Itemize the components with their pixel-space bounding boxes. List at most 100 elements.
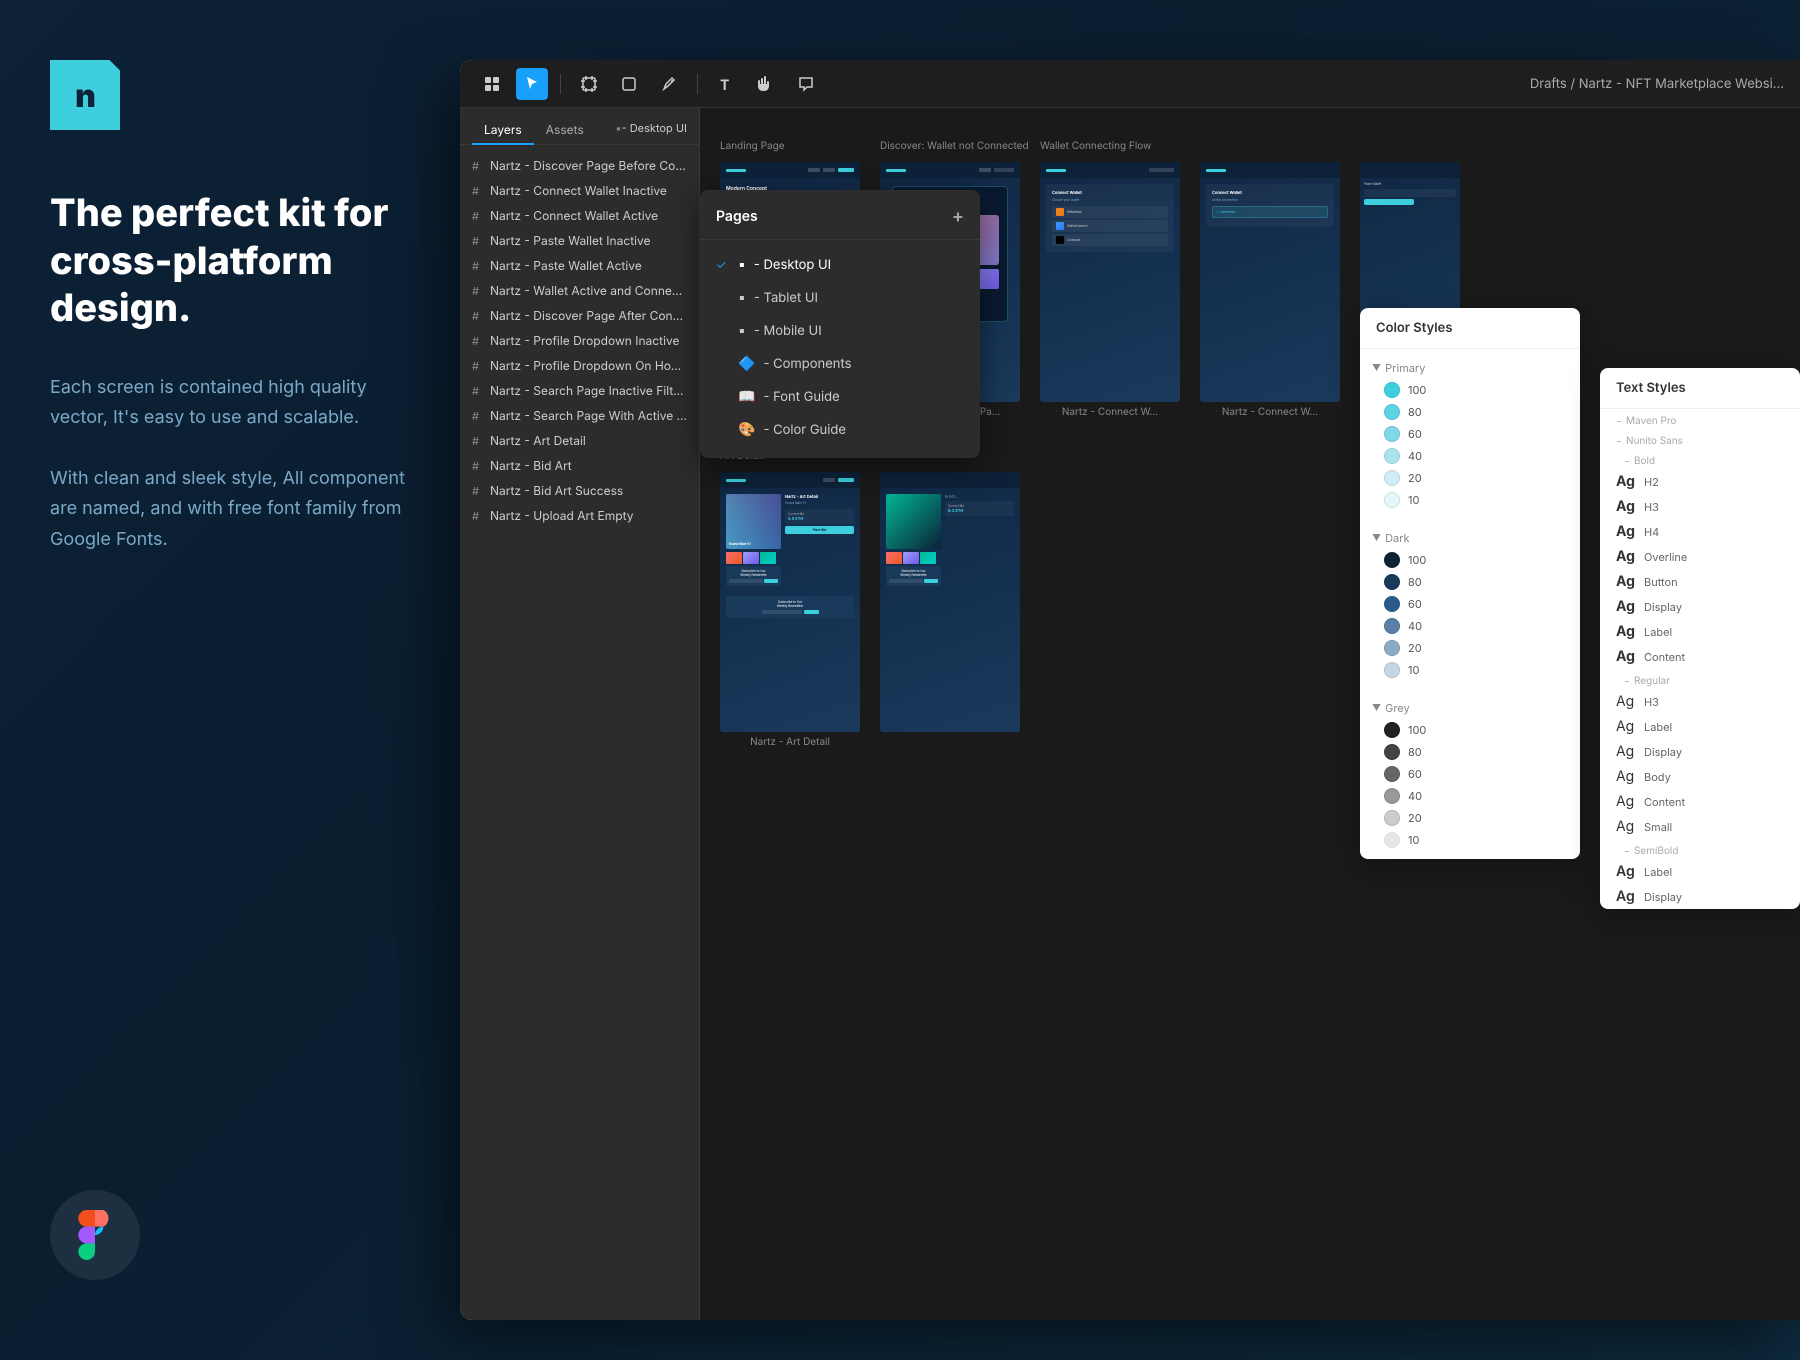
color-primary-100[interactable]: 100 [1360,379,1580,401]
color-primary-10[interactable]: 10 [1360,489,1580,511]
layer-item[interactable]: # Nartz - Wallet Active and Connect... [460,278,699,303]
page-item-tablet[interactable]: ✓ ▪ - Tablet UI [700,281,980,314]
pen-tool-btn[interactable] [653,68,685,100]
ts-bold-h4[interactable]: Ag H4 [1600,519,1800,544]
layer-item[interactable]: # Nartz - Bid Art Success [460,478,699,503]
layer-item[interactable]: # Nartz - Search Page Inactive Filters [460,378,699,403]
layer-name: Nartz - Connect Wallet Active [490,208,658,223]
ts-bold-button[interactable]: Ag Button [1600,569,1800,594]
regular-label: Regular [1634,675,1670,687]
page-icon-color: 🎨 [738,421,755,438]
bold-label: Bold [1634,455,1655,467]
primary-text: Primary [1385,361,1425,375]
grid-tool-btn[interactable] [476,68,508,100]
headline-line1: The perfect kit for [50,190,388,236]
ts-bold-h2[interactable]: Ag H2 [1600,469,1800,494]
ts-label-bold-h2: H2 [1644,475,1659,489]
grey-label[interactable]: ▼ Grey [1360,697,1580,719]
color-primary-80[interactable]: 80 [1360,401,1580,423]
ts-bold-label[interactable]: Ag Label [1600,619,1800,644]
frame-thumbnail-connect-2: Connect Wallet Active connection ✓ Conne… [1200,162,1340,402]
layer-item[interactable]: # Nartz - Discover Page After Conn... [460,303,699,328]
layer-name: Nartz - Wallet Active and Connect... [490,283,687,298]
ts-bold-h3[interactable]: Ag H3 [1600,494,1800,519]
ts-regular-display[interactable]: Ag Display [1600,739,1800,764]
hash-icon: # [472,459,484,473]
layer-name: Nartz - Discover Page Before Conn... [490,158,687,173]
frame-label-connect: Wallet Connecting Flow [1040,140,1151,152]
color-primary-60[interactable]: 60 [1360,423,1580,445]
ts-bold-display[interactable]: Ag Display [1600,594,1800,619]
ts-ag-semibold-label: Ag [1616,863,1636,880]
page-item-mobile[interactable]: ✓ ▪ - Mobile UI [700,314,980,347]
frame-label-discover: Discover: Wallet not Connected [880,140,1029,152]
comment-tool-btn[interactable] [790,68,822,100]
color-primary-40[interactable]: 40 [1360,445,1580,467]
add-page-btn[interactable]: + [952,206,964,227]
layer-item[interactable]: # Nartz - Profile Dropdown On Hover [460,353,699,378]
label-dark-80: 80 [1408,575,1422,589]
color-dark-20[interactable]: 20 [1360,637,1580,659]
color-dark-80[interactable]: 80 [1360,571,1580,593]
ts-bold-overline[interactable]: Ag Overline [1600,544,1800,569]
figma-badge [50,1190,140,1280]
ts-regular-body[interactable]: Ag Body [1600,764,1800,789]
layer-item[interactable]: # Nartz - Search Page With Active F... [460,403,699,428]
cursor-tool-btn[interactable] [516,68,548,100]
hand-tool-btn[interactable] [750,68,782,100]
ts-regular-h3[interactable]: Ag H3 [1600,689,1800,714]
ts-semibold-label[interactable]: Ag Label [1600,859,1800,884]
color-grey-40[interactable]: 40 [1360,785,1580,807]
layer-item[interactable]: # Nartz - Discover Page Before Conn... [460,153,699,178]
ts-regular-small[interactable]: Ag Small [1600,814,1800,839]
primary-label[interactable]: ▼ Primary [1360,357,1580,379]
color-dark-40[interactable]: 40 [1360,615,1580,637]
description-2: With clean and sleek style, All componen… [50,464,410,556]
page-label-tablet: - Tablet UI [754,290,818,306]
layer-item[interactable]: # Nartz - Connect Wallet Active [460,203,699,228]
layer-item[interactable]: # Nartz - Profile Dropdown Inactive [460,328,699,353]
color-dark-100[interactable]: 100 [1360,549,1580,571]
page-item-font[interactable]: ✓ 📖 - Font Guide [700,380,980,413]
color-dark-60[interactable]: 60 [1360,593,1580,615]
tab-layers[interactable]: Layers [472,116,534,145]
description-1: Each screen is contained high quality ve… [50,373,410,434]
ts-label-bold-h3: H3 [1644,500,1659,514]
canvas-row-2: Art Detail Sound [720,448,1020,748]
dark-section: ▼ Dark 100 80 60 40 [1360,519,1580,689]
layer-item[interactable]: # Nartz - Connect Wallet Inactive [460,178,699,203]
color-primary-20[interactable]: 20 [1360,467,1580,489]
grey-text: Grey [1385,701,1410,715]
layer-item[interactable]: # Nartz - Bid Art [460,453,699,478]
layer-item[interactable]: # Nartz - Paste Wallet Inactive [460,228,699,253]
layer-item[interactable]: # Nartz - Paste Wallet Active [460,253,699,278]
tab-assets[interactable]: Assets [534,116,596,145]
color-dark-10[interactable]: 10 [1360,659,1580,681]
color-grey-20[interactable]: 20 [1360,807,1580,829]
text-tool-btn[interactable]: T [710,68,742,100]
layer-name: Nartz - Profile Dropdown Inactive [490,333,680,348]
layer-item[interactable]: # Nartz - Upload Art Empty [460,503,699,528]
frame-art-detail: Art Detail Sound [720,472,860,748]
frame-connect-wallet-2: Connect Wallet Active connection ✓ Conne… [1200,162,1340,418]
ts-semibold-display[interactable]: Ag Display [1600,884,1800,909]
page-item-color[interactable]: ✓ 🎨 - Color Guide [700,413,980,446]
color-grey-60[interactable]: 60 [1360,763,1580,785]
frame-tool-btn[interactable] [573,68,605,100]
color-grey-100[interactable]: 100 [1360,719,1580,741]
label-grey-80: 80 [1408,745,1422,759]
ts-bold-content[interactable]: Ag Content [1600,644,1800,669]
dark-label[interactable]: ▼ Dark [1360,527,1580,549]
layer-name: Nartz - Search Page With Active F... [490,408,687,423]
ts-ag-bold-label: Ag [1616,623,1636,640]
ts-regular-content[interactable]: Ag Content [1600,789,1800,814]
color-grey-80[interactable]: 80 [1360,741,1580,763]
page-item-components[interactable]: ✓ 🔷 - Components [700,347,980,380]
ts-regular-label[interactable]: Ag Label [1600,714,1800,739]
frame-label-landing: Landing Page [720,140,785,152]
shape-tool-btn[interactable] [613,68,645,100]
page-item-desktop[interactable]: ✓ ▪ - Desktop UI [700,248,980,281]
label-primary-40: 40 [1408,449,1422,463]
color-grey-10[interactable]: 10 [1360,829,1580,851]
layer-item[interactable]: # Nartz - Art Detail [460,428,699,453]
